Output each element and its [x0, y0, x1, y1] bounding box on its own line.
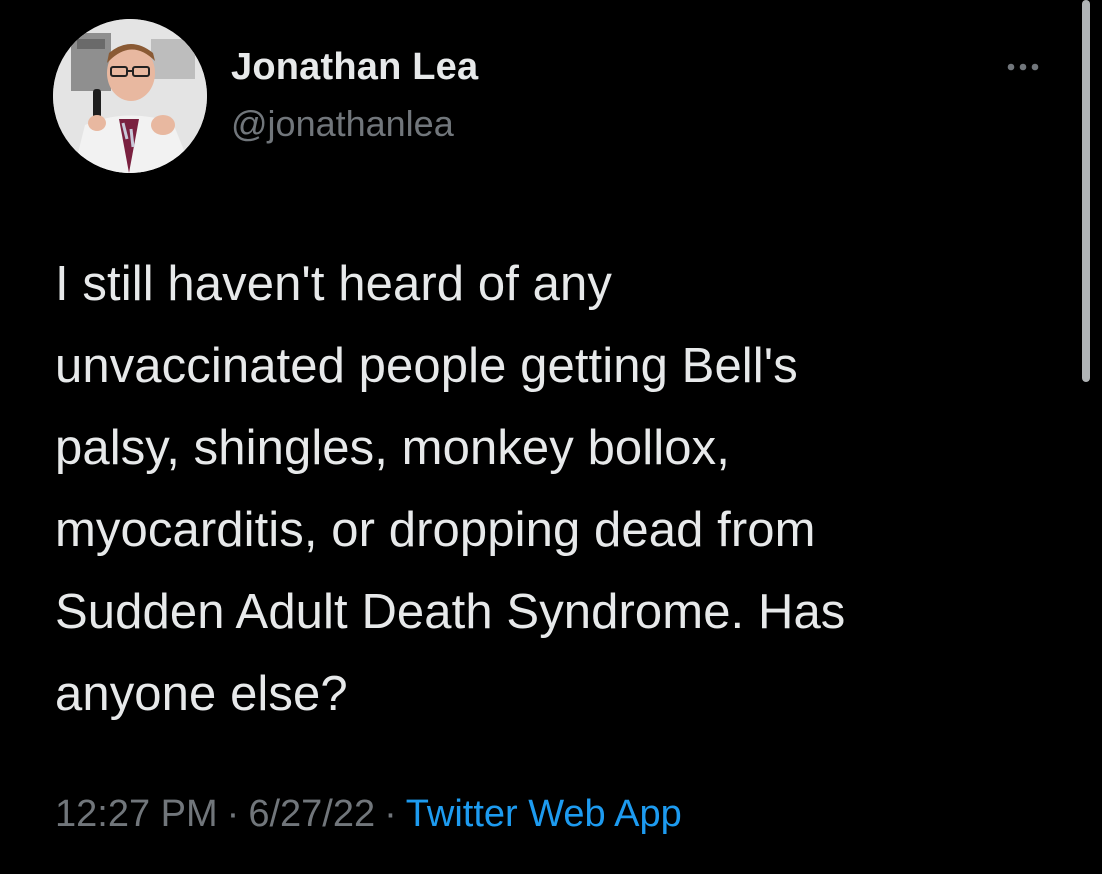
- tweet-source-link[interactable]: Twitter Web App: [406, 793, 682, 835]
- tweet-text: I still haven't heard of any unvaccinate…: [55, 257, 846, 721]
- tweet-date[interactable]: 6/27/22: [248, 793, 375, 835]
- scrollbar-thumb[interactable]: [1082, 0, 1090, 382]
- avatar[interactable]: [53, 19, 207, 173]
- author-display-name[interactable]: Jonathan Lea: [231, 44, 478, 90]
- tweet-meta: 12:27 PM · 6/27/22 · Twitter Web App: [55, 789, 682, 839]
- tweet-time[interactable]: 12:27 PM: [55, 793, 218, 835]
- meta-separator: ·: [384, 793, 397, 835]
- more-options-button[interactable]: [1000, 52, 1046, 82]
- meta-separator: ·: [226, 793, 240, 835]
- profile-photo: [53, 19, 207, 173]
- author-handle[interactable]: @jonathanlea: [231, 103, 454, 145]
- more-horizontal-icon: [1007, 63, 1039, 71]
